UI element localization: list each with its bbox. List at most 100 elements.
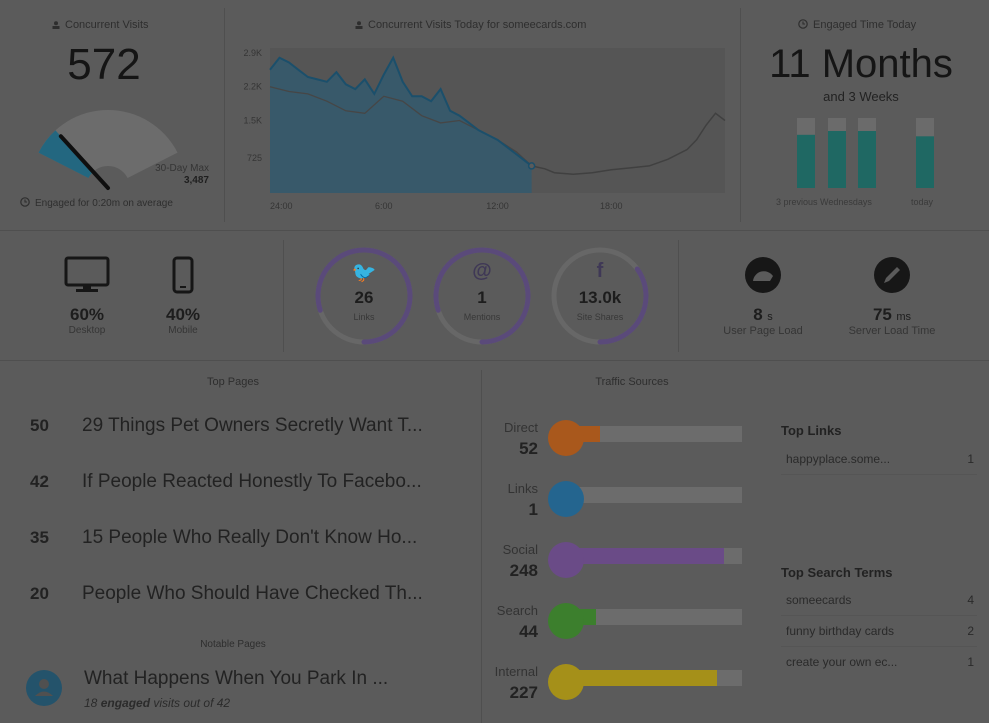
current-point [527, 162, 536, 170]
top-link-row[interactable]: happyplace.some... 1 [781, 444, 977, 475]
x-tick-label: 24:00 [270, 201, 293, 211]
engaged-bar [797, 134, 815, 188]
source-label: Social [502, 542, 538, 557]
device-desktop: 60% Desktop [60, 256, 114, 336]
divider [740, 8, 741, 222]
notable-headline[interactable]: What Happens When You Park In ... [84, 668, 388, 690]
link-icon [548, 481, 584, 517]
top-link-count: 1 [967, 452, 974, 466]
top-links-list: happyplace.some... 1 [781, 444, 977, 475]
engaged-time-title: Engaged Time Today [798, 19, 916, 31]
concurrent-visits-value: 572 [67, 40, 141, 89]
search-term-row[interactable]: funny birthday cards 2 [781, 616, 977, 647]
social-ring-mentions: @ 1 Mentions [432, 246, 532, 346]
perf-page-load: 8 s User Page Load [713, 256, 813, 337]
y-tick-label: 2.2K [243, 82, 262, 92]
today-chart-title: Concurrent Visits Today for someecards.c… [355, 19, 586, 31]
search-term-count: 4 [967, 593, 974, 607]
perf-value: 8 [753, 305, 763, 324]
source-label: Links [507, 481, 538, 496]
perf-label: User Page Load [723, 325, 803, 337]
social-ring-shares: f 13.0k Site Shares [550, 246, 650, 346]
x-tick-label: 18:00 [600, 201, 623, 211]
x-tick-label: 12:00 [486, 201, 509, 211]
engaged-caption-prev: 3 previous Wednesdays [776, 197, 872, 207]
device-label: Mobile [168, 325, 198, 336]
top-page-count: 20 [30, 584, 49, 603]
engaged-time-sub: and 3 Weeks [823, 89, 899, 104]
search-term[interactable]: someecards [781, 593, 851, 607]
source-fill [564, 548, 725, 564]
top-page-row[interactable]: 35 15 People Who Really Don't Know Ho... [30, 510, 470, 566]
divider [678, 240, 679, 352]
traffic-source-links[interactable]: Links 1 [478, 475, 748, 536]
traffic-sources-list: Direct 52 Links 1 Social 248 Search 44 I… [478, 414, 748, 719]
perf-label: Server Load Time [848, 325, 936, 337]
engaged-time-value: 11 Months [769, 42, 953, 86]
user-icon [355, 21, 363, 29]
top-page-row[interactable]: 50 29 Things Pet Owners Secretly Want T.… [30, 398, 470, 454]
twitter-icon: 🐦 [351, 262, 377, 284]
top-links-title: Top Links [781, 423, 842, 438]
search-term[interactable]: create your own ec... [781, 655, 897, 669]
top-page-title[interactable]: People Who Should Have Checked Th... [82, 583, 423, 605]
source-value: 52 [519, 439, 538, 458]
traffic-source-social[interactable]: Social 248 [478, 536, 748, 597]
engaged-bars [797, 118, 934, 188]
device-mobile: 40% Mobile [156, 256, 210, 336]
user-icon [35, 679, 53, 696]
divider [0, 360, 989, 361]
social-label: Mentions [463, 312, 501, 322]
social-value: 13.0k [578, 288, 622, 307]
device-label: Desktop [68, 325, 106, 336]
top-page-count: 42 [30, 472, 49, 491]
social-label: Site Shares [576, 312, 624, 322]
source-value: 227 [509, 683, 538, 702]
device-pct: 60% [69, 305, 105, 324]
top-pages-title: Top Pages [207, 376, 259, 388]
gauge-max-value: 3,487 [183, 175, 209, 186]
search-term-count: 1 [967, 655, 974, 669]
divider [224, 8, 225, 222]
source-label: Internal [494, 664, 538, 679]
top-page-title[interactable]: 15 People Who Really Don't Know Ho... [82, 527, 417, 549]
visits-chart: 2.9K 2.2K 1.5K 725 24:00 6:00 12:00 18:00 [243, 48, 726, 211]
gauge-max-label: 30-Day Max [155, 163, 209, 174]
traffic-source-search[interactable]: Search 44 [478, 597, 748, 658]
bookmark-icon [548, 420, 584, 456]
source-fill [564, 670, 718, 686]
traffic-source-direct[interactable]: Direct 52 [478, 414, 748, 475]
perf-unit: s [767, 311, 773, 323]
top-search-title: Top Search Terms [781, 565, 893, 580]
source-track [564, 487, 742, 503]
clock-icon [798, 19, 808, 29]
top-page-row[interactable]: 42 If People Reacted Honestly To Facebo.… [30, 454, 470, 510]
top-page-title[interactable]: 29 Things Pet Owners Secretly Want T... [82, 415, 423, 437]
mobile-icon [172, 256, 194, 294]
perf-unit: ms [896, 311, 912, 323]
top-page-count: 50 [30, 416, 49, 435]
traffic-source-internal[interactable]: Internal 227 [478, 658, 748, 719]
chat-icon [548, 542, 584, 578]
user-icon [52, 21, 60, 29]
source-value: 44 [519, 622, 538, 641]
top-page-title[interactable]: If People Reacted Honestly To Facebo... [82, 471, 422, 493]
engaged-caption-today: today [911, 197, 934, 207]
concurrent-visits-title: Concurrent Visits [52, 19, 149, 31]
top-page-count: 35 [30, 528, 49, 547]
notable-pages-title: Notable Pages [200, 639, 266, 650]
search-term[interactable]: funny birthday cards [781, 624, 894, 638]
engaged-average: Engaged for 0:20m on average [20, 197, 173, 209]
source-label: Direct [504, 420, 538, 435]
divider [0, 230, 989, 231]
top-link-name[interactable]: happyplace.some... [781, 452, 890, 466]
search-term-row[interactable]: create your own ec... 1 [781, 647, 977, 677]
clock-icon [20, 197, 30, 207]
top-search-list: someecards 4 funny birthday cards 2 crea… [781, 585, 977, 677]
engaged-bar [858, 131, 876, 188]
search-term-row[interactable]: someecards 4 [781, 585, 977, 616]
top-page-row[interactable]: 20 People Who Should Have Checked Th... [30, 566, 470, 622]
traffic-sources-title: Traffic Sources [595, 376, 669, 388]
avatar [26, 670, 62, 706]
source-value: 248 [509, 561, 538, 580]
